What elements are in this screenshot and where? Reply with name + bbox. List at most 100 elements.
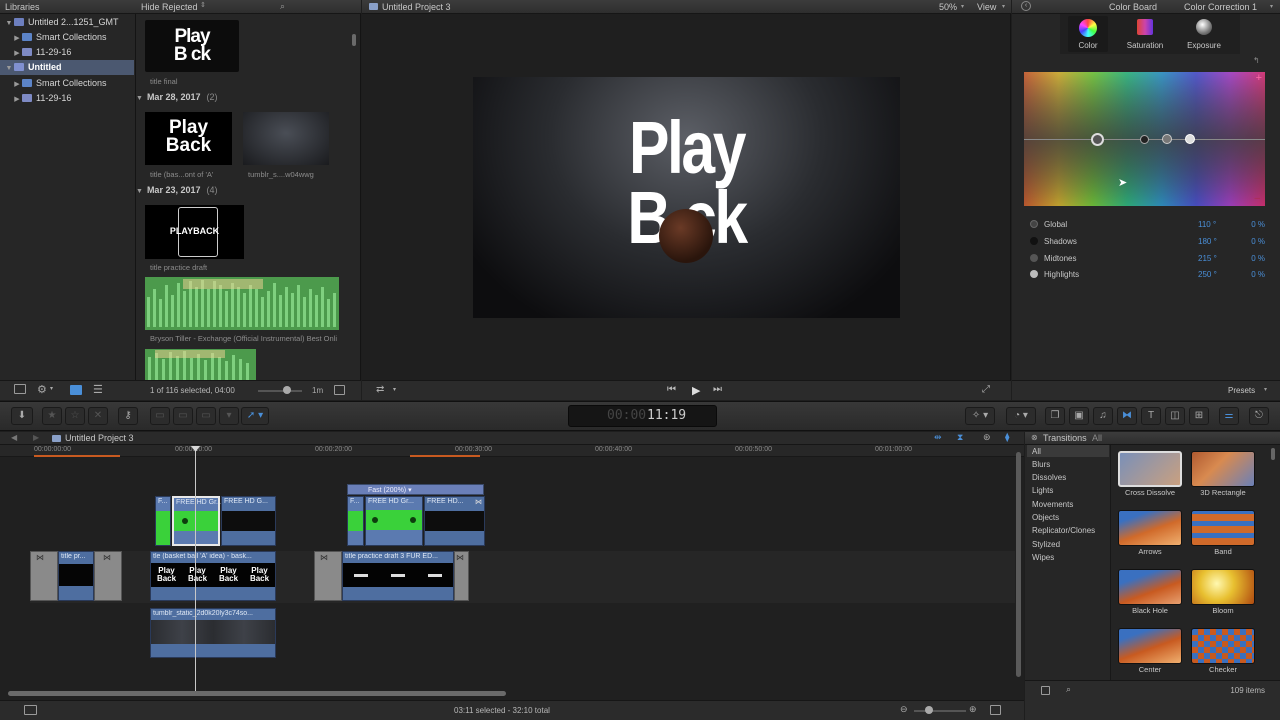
transition-thumb-band[interactable]	[1191, 510, 1255, 546]
gear-icon[interactable]: ⚙	[37, 383, 47, 396]
timecode-display[interactable]: 00:00 11:19	[568, 405, 717, 427]
view-menu[interactable]: View	[977, 2, 996, 12]
transition-thumb-checker[interactable]	[1191, 628, 1255, 664]
retime-bar[interactable]: Fast (200%) ▾	[347, 484, 484, 495]
audio-skimming-icon[interactable]: ⇹	[934, 432, 942, 443]
skip-forward-icon[interactable]: ⏭	[713, 384, 722, 395]
clip-thumb-title-bas[interactable]: Play Back	[145, 112, 232, 165]
share-button[interactable]: ⎋	[1249, 407, 1269, 425]
transitions-button[interactable]: ⧓	[1117, 407, 1137, 425]
clip-zoom-slider[interactable]	[258, 390, 302, 392]
transition-block[interactable]: ⋈	[30, 551, 58, 601]
viewer-options-icon[interactable]: ⇄	[376, 384, 384, 395]
library-item-smart-collections[interactable]: ▶ Smart Collections	[0, 76, 134, 91]
back-arrow-icon[interactable]: ‹	[1021, 1, 1031, 11]
library-item-untitled-2[interactable]: ▼ Untitled 2...1251_GMT	[0, 15, 134, 30]
playhead[interactable]	[195, 447, 196, 692]
connected-clip[interactable]: FREE HD... ⋈	[424, 496, 485, 546]
solo-icon[interactable]: ⊛	[983, 432, 991, 443]
puck-midtones[interactable]	[1162, 134, 1172, 144]
inspector-button[interactable]: ⚌	[1219, 407, 1239, 425]
filmstrip-view-icon[interactable]	[70, 385, 82, 395]
transitions-scrollbar[interactable]	[1271, 448, 1275, 460]
connected-clip[interactable]: FREE HD Gr...	[365, 496, 423, 546]
row-shadows[interactable]: Shadows 180 ° 0 %	[1030, 237, 1265, 251]
disclosure-closed-icon[interactable]: ▶	[12, 31, 22, 46]
connected-clip-selected[interactable]: FREE HD Gr...	[172, 496, 222, 546]
generators-button[interactable]: ◫	[1165, 407, 1185, 425]
play-icon[interactable]: ▶	[692, 384, 700, 397]
slider-knob[interactable]	[283, 386, 291, 394]
music-button[interactable]: ♫	[1093, 407, 1113, 425]
import-button[interactable]: ⬇	[11, 407, 33, 425]
category-item[interactable]: Dissolves	[1032, 473, 1066, 482]
storyline-clip[interactable]: tle (basket ball 'A' idea) - bask... Pla…	[150, 551, 276, 601]
transition-thumb-black-hole[interactable]	[1118, 569, 1182, 605]
search-icon[interactable]: ⌕	[280, 1, 285, 12]
color-board[interactable]: + –	[1024, 72, 1265, 206]
overwrite-clip-button[interactable]: ▾	[219, 407, 239, 425]
search-icon[interactable]: ⌕	[1066, 684, 1071, 695]
event-date-group[interactable]: ▼ Mar 23, 2017 (4)	[136, 185, 217, 195]
slider-knob[interactable]	[925, 706, 933, 714]
clip-thumb-title-final[interactable]: Play B ck	[145, 20, 239, 72]
clip-thumb-tumblr[interactable]	[243, 112, 329, 165]
timeline-index-icon[interactable]	[24, 705, 37, 715]
list-view-icon[interactable]: ☰	[93, 383, 103, 396]
chevron-down-icon[interactable]: ▾	[50, 385, 53, 392]
titles-button[interactable]: T	[1141, 407, 1161, 425]
connected-clip[interactable]: tumblr_static_2d0k20ly3c74so...	[150, 608, 276, 658]
clip-thumb-title-practice[interactable]: PLAYBACK	[145, 205, 244, 259]
category-item[interactable]: All	[1032, 447, 1041, 456]
zoom-in-icon[interactable]: ⊕	[969, 704, 977, 715]
row-global[interactable]: Global 110 ° 0 %	[1030, 220, 1265, 234]
connected-clip[interactable]: FREE HD G...	[221, 496, 276, 546]
disclosure-closed-icon[interactable]: ▶	[12, 46, 22, 61]
library-item-untitled[interactable]: ▼ Untitled	[0, 60, 134, 75]
transition-thumb-center[interactable]	[1118, 628, 1182, 664]
transition-thumb-bloom[interactable]	[1191, 569, 1255, 605]
favorite-button[interactable]: ★	[42, 407, 62, 425]
disclosure-closed-icon[interactable]: ▶	[12, 92, 22, 107]
disclosure-closed-icon[interactable]: ▶	[12, 77, 22, 92]
category-item[interactable]: Stylized	[1032, 540, 1060, 549]
select-tool-button[interactable]: ➚ ▾	[241, 407, 269, 425]
audio-clip-thumb-bryson[interactable]	[145, 277, 339, 330]
keyword-button[interactable]: ⚷	[118, 407, 138, 425]
correction-dropdown[interactable]: Color Correction 1	[1184, 2, 1257, 12]
enhance-button[interactable]: ✧ ▾	[965, 407, 995, 425]
library-item-smart-collections[interactable]: ▶ Smart Collections	[0, 30, 134, 45]
connected-clip[interactable]: F...	[155, 496, 171, 546]
category-item[interactable]: Replicator/Clones	[1032, 526, 1095, 535]
category-item[interactable]: Objects	[1032, 513, 1059, 522]
puck-highlights[interactable]	[1185, 134, 1195, 144]
clip-appearance-icon[interactable]	[334, 385, 345, 395]
library-item-event[interactable]: ▶ 11-29-16	[0, 91, 134, 106]
transition-thumb-cross-dissolve[interactable]	[1118, 451, 1182, 487]
event-date-group[interactable]: ▼ Mar 28, 2017 (2)	[136, 92, 217, 102]
category-item[interactable]: Lights	[1032, 486, 1053, 495]
tab-exposure[interactable]: Exposure	[1182, 16, 1226, 52]
skip-back-icon[interactable]: ⏮	[667, 384, 676, 395]
transition-thumb-3d-rectangle[interactable]	[1191, 451, 1255, 487]
skimming-icon[interactable]: ⧫	[1005, 432, 1009, 443]
reject-button[interactable]: ✕	[88, 407, 108, 425]
viewer-frame[interactable]: Play B ck	[473, 77, 900, 318]
tab-saturation[interactable]: Saturation	[1123, 16, 1167, 52]
tab-color[interactable]: Color	[1068, 16, 1108, 52]
transition-thumb-arrows[interactable]	[1118, 510, 1182, 546]
horizontal-scrollbar[interactable]	[8, 691, 506, 696]
disclosure-open-icon[interactable]: ▼	[4, 61, 14, 76]
transition-block[interactable]: ⋈	[314, 551, 342, 601]
forward-arrow-icon[interactable]: ▶	[33, 433, 39, 442]
insert-clip-button[interactable]: ▭	[173, 407, 193, 425]
themes-button[interactable]: ⊞	[1189, 407, 1209, 425]
photos-button[interactable]: ▣	[1069, 407, 1089, 425]
category-item[interactable]: Movements	[1032, 500, 1073, 509]
category-item[interactable]: Wipes	[1032, 553, 1054, 562]
presets-button[interactable]: Presets	[1228, 386, 1255, 395]
zoom-level-dropdown[interactable]: 50%	[939, 2, 957, 12]
sidebar-toggle-icon[interactable]	[1041, 686, 1050, 695]
audio-clip-thumb[interactable]	[145, 349, 256, 380]
vertical-scrollbar[interactable]	[1016, 452, 1021, 677]
